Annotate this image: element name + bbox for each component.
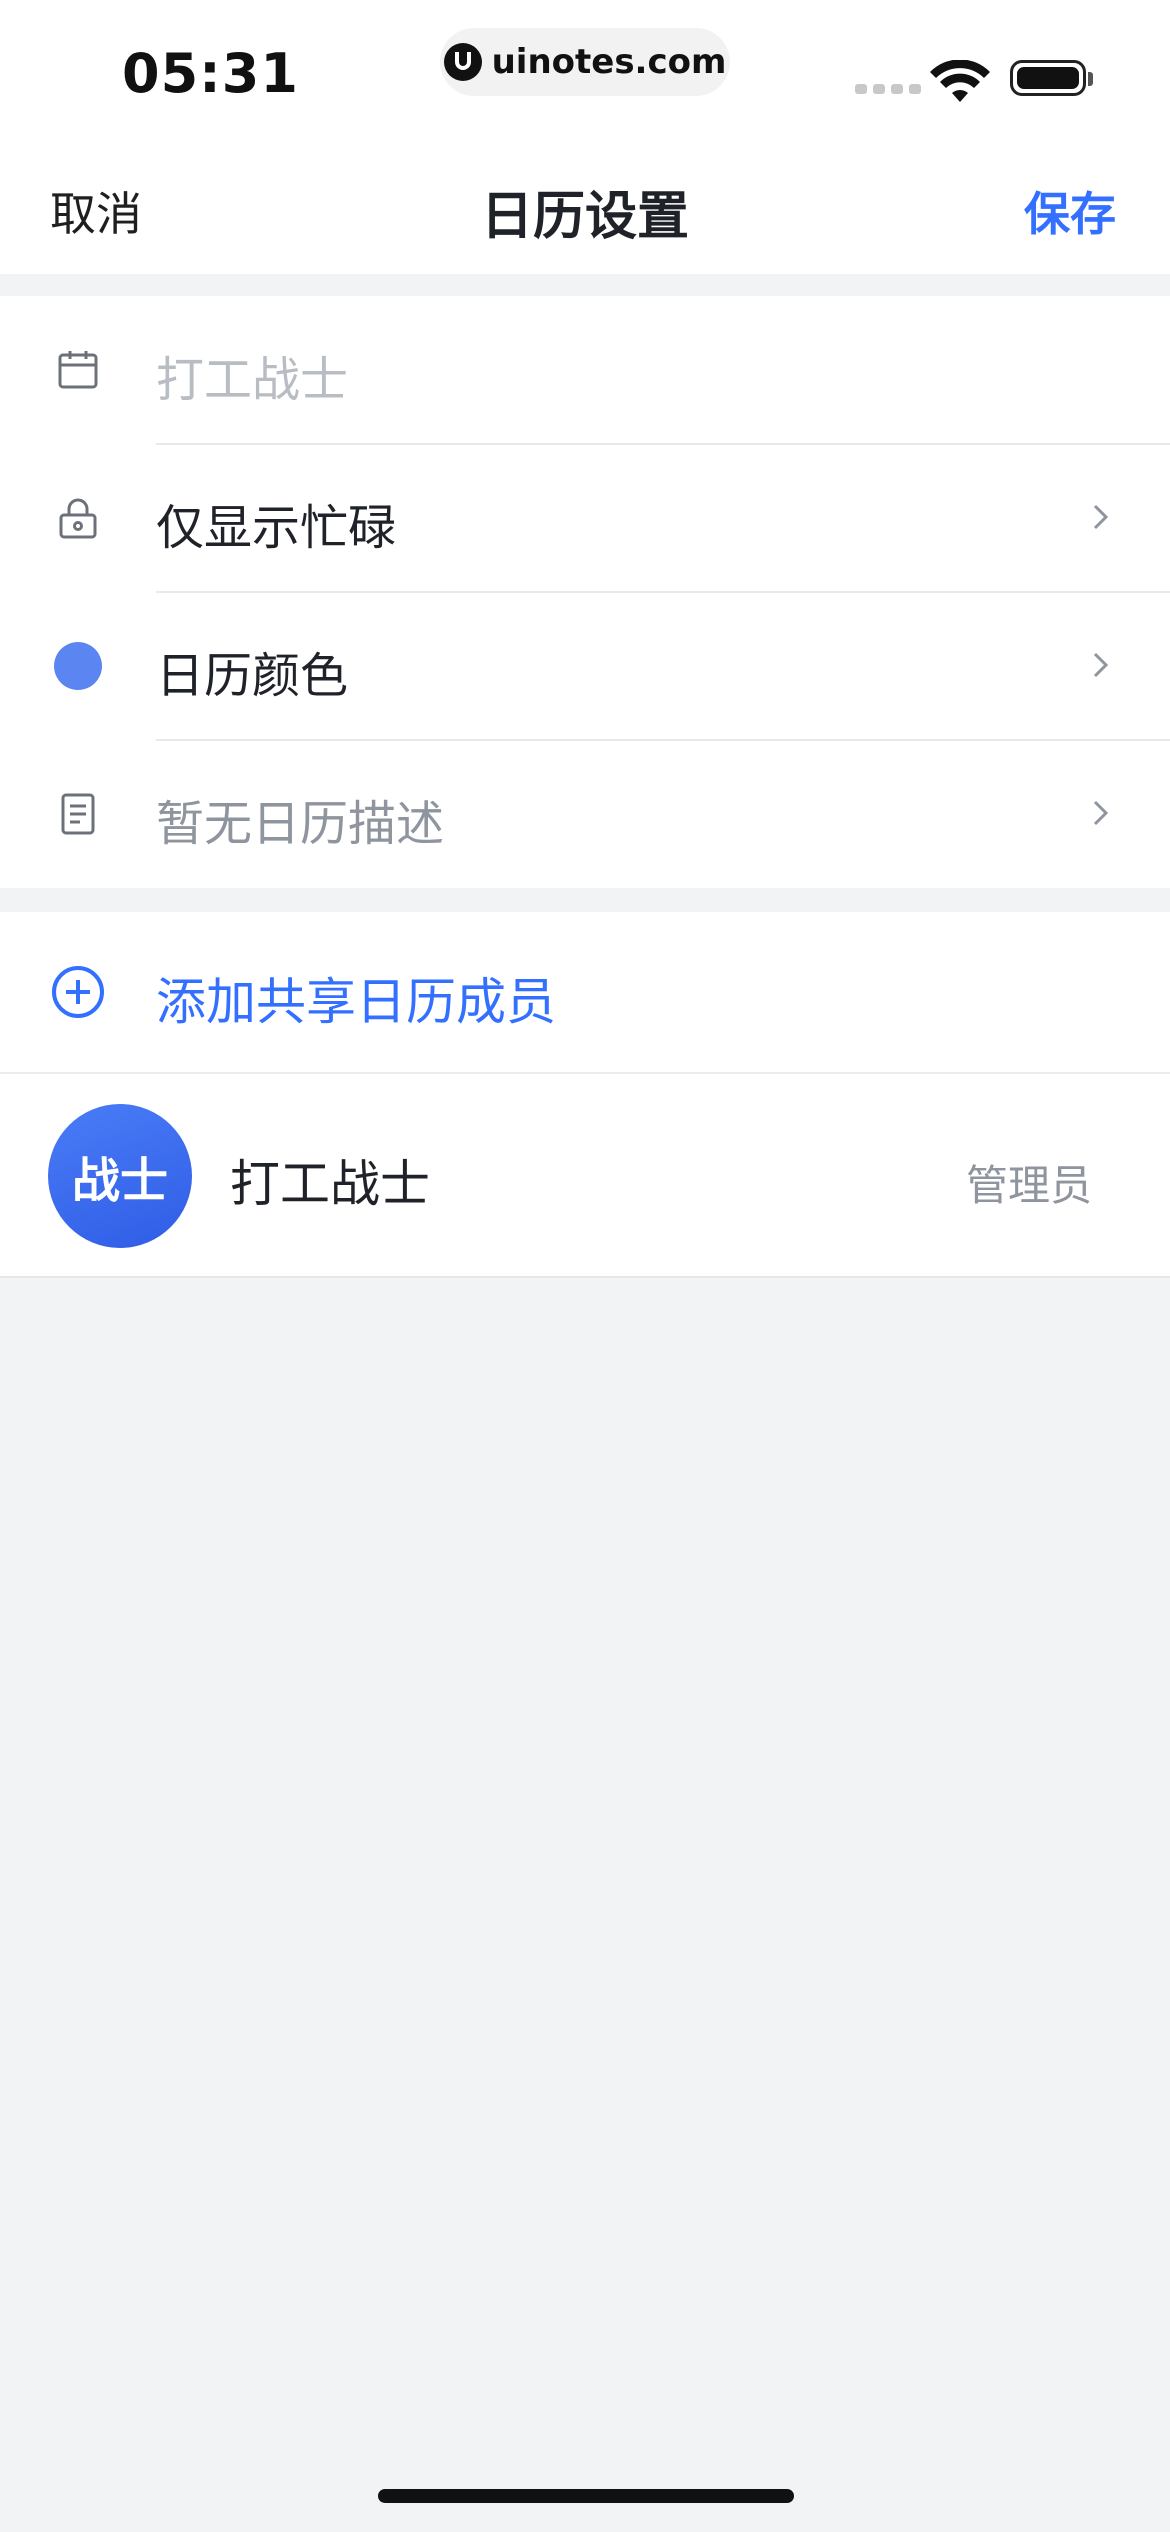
url-text: uinotes.com: [491, 42, 727, 82]
calendar-name-input[interactable]: 打工战士: [156, 340, 348, 410]
visibility-row[interactable]: 仅显示忙碌: [0, 444, 1170, 592]
add-member-label: 添加共享日历成员: [156, 973, 556, 1031]
member-role-badge: 管理员: [965, 1161, 1092, 1210]
visibility-label: 仅显示忙碌: [156, 500, 397, 556]
save-button[interactable]: 保存: [1024, 178, 1116, 244]
member-row[interactable]: 战士 打工战士 管理员: [0, 1074, 1170, 1276]
member-name: 打工战士: [230, 1155, 430, 1213]
calendar-name-row[interactable]: 打工战士: [0, 296, 1170, 444]
calendar-color-row[interactable]: 日历颜色: [0, 592, 1170, 740]
status-bar: 05:31 uinotes.com: [0, 0, 1170, 140]
calendar-color-swatch: [54, 642, 102, 690]
page-title: 日历设置: [480, 187, 689, 247]
plus-circle-icon: [52, 966, 104, 1018]
battery-icon: [1010, 60, 1086, 96]
description-row[interactable]: 暂无日历描述: [0, 740, 1170, 888]
battery-tip: [1088, 72, 1093, 86]
document-icon: [61, 793, 95, 835]
avatar: 战士: [48, 1104, 192, 1248]
sharing-section: 添加共享日历成员 战士 打工战士 管理员: [0, 912, 1170, 1276]
home-indicator[interactable]: [378, 2489, 794, 2503]
calendar-icon: [58, 351, 98, 389]
description-label: 暂无日历描述: [156, 796, 445, 852]
wifi-icon: [930, 60, 990, 102]
chevron-right-icon: [1093, 652, 1109, 678]
url-pill[interactable]: uinotes.com: [440, 28, 730, 96]
calendar-color-label: 日历颜色: [156, 648, 349, 704]
lock-icon: [59, 498, 97, 539]
status-time: 05:31: [122, 42, 299, 105]
chevron-right-icon: [1093, 800, 1109, 826]
chevron-right-icon: [1093, 504, 1109, 530]
calendar-settings-section: 打工战士 仅显示忙碌 日历颜色 暂无日历描述: [0, 296, 1170, 888]
divider: [0, 1276, 1170, 1278]
add-member-button[interactable]: 添加共享日历成员: [0, 912, 1170, 1072]
site-logo-icon: [443, 43, 482, 81]
cellular-signal-icon: [855, 84, 921, 94]
